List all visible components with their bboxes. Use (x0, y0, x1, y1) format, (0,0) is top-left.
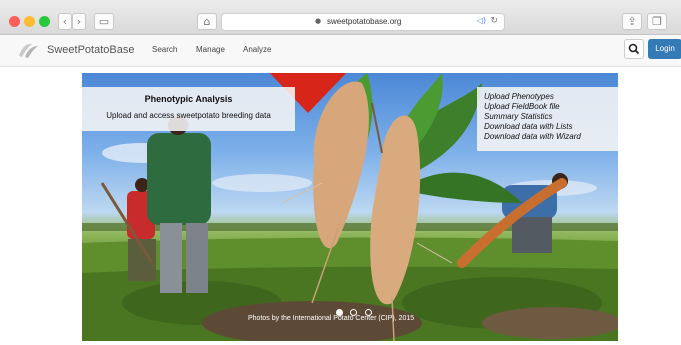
zoom-window-icon[interactable] (39, 16, 50, 27)
tabs-icon[interactable]: ❐ (647, 13, 667, 30)
hero-caption-left: Phenotypic Analysis Upload and access sw… (82, 87, 295, 131)
minimize-window-icon[interactable] (24, 16, 35, 27)
brand-name[interactable]: SweetPotatoBase (47, 44, 134, 56)
caption-link[interactable]: Download data with Wizard (484, 132, 618, 142)
caption-link[interactable]: Summary Statistics (484, 112, 618, 122)
caption-link[interactable]: Download data with Lists (484, 122, 618, 132)
hero-carousel[interactable]: Phenotypic Analysis Upload and access sw… (82, 73, 618, 341)
nav-search[interactable]: Search (152, 45, 177, 54)
sweetpotato-logo-icon[interactable] (16, 40, 40, 60)
browser-toolbar: ‹ › ▭ ⌂ ● sweetpotatobase.org ◁) ↻ ⇪ ❐ (0, 0, 681, 35)
audio-icon[interactable]: ◁) (477, 16, 486, 25)
url-text: sweetpotatobase.org (327, 17, 402, 26)
reload-icon[interactable]: ↻ (490, 16, 498, 26)
site-navbar: SweetPotatoBase Search Manage Analyze Lo… (0, 35, 681, 67)
close-window-icon[interactable] (9, 16, 20, 27)
caption-subtitle: Upload and access sweetpotato breeding d… (106, 111, 271, 120)
caption-link[interactable]: Upload FieldBook file (484, 102, 618, 112)
magnifier-icon (628, 43, 640, 55)
login-button[interactable]: Login (648, 39, 681, 59)
caption-link[interactable]: Upload Phenotypes (484, 92, 618, 102)
back-icon[interactable]: ‹ (58, 13, 72, 30)
forward-icon[interactable]: › (72, 13, 86, 30)
address-bar[interactable]: ● sweetpotatobase.org ◁) ↻ (221, 13, 505, 31)
photo-credit: Photos by the International Potato Cente… (248, 315, 415, 322)
sidebar-icon[interactable]: ▭ (94, 13, 114, 30)
lock-icon: ● (315, 17, 322, 25)
caption-title: Phenotypic Analysis (144, 94, 233, 104)
share-icon[interactable]: ⇪ (622, 13, 642, 30)
nav-analyze[interactable]: Analyze (243, 45, 271, 54)
search-button[interactable] (624, 39, 644, 59)
home-icon[interactable]: ⌂ (197, 13, 217, 30)
nav-manage[interactable]: Manage (196, 45, 225, 54)
hero-caption-right: Upload Phenotypes Upload FieldBook file … (477, 87, 618, 151)
